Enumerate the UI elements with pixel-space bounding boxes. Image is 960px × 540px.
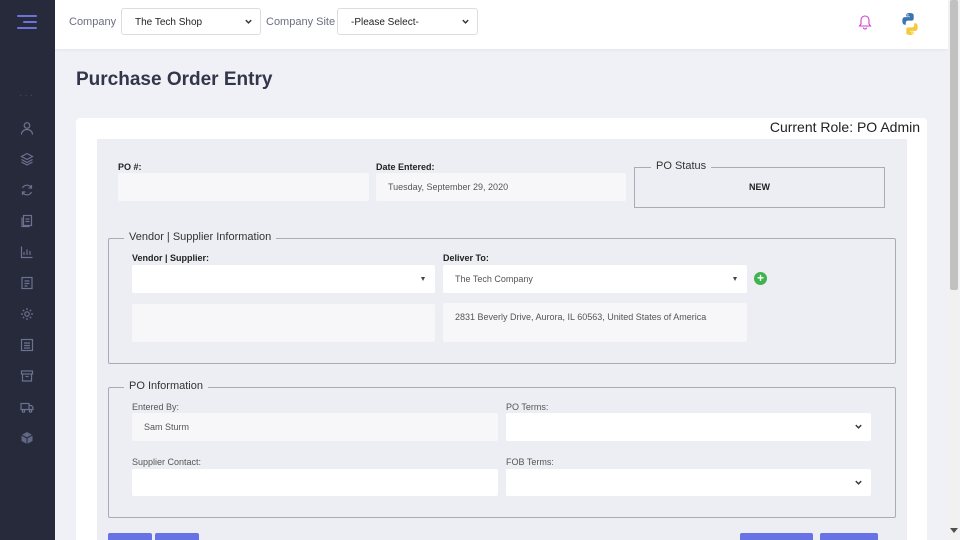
sidebar: ··· [0,0,55,540]
sidebar-divider: ··· [19,90,35,101]
dropdown-arrow-icon [421,277,425,281]
company-site-label: Company Site [266,16,336,28]
po-status-value: NEW [749,182,770,192]
chevron-down-icon [855,480,862,485]
archive-icon[interactable] [20,369,34,383]
company-select-value: The Tech Shop [135,17,203,28]
truck-icon[interactable] [20,400,34,414]
page-title: Purchase Order Entry [76,69,273,90]
vendor-address-field [132,304,435,342]
po-number-input[interactable] [118,173,369,201]
po-information-fieldset: PO Information [108,380,896,518]
po-entry-card: Current Role: PO Admin PO #: Date Entere… [76,118,927,540]
fob-terms-select[interactable] [506,469,871,496]
po-number-label: PO #: [118,162,142,172]
list-icon[interactable] [20,338,34,352]
action-button-1[interactable] [108,533,152,540]
deliver-to-label: Deliver To: [443,253,489,263]
po-information-legend: PO Information [124,380,208,392]
company-site-select-value: -Please Select- [351,17,419,28]
action-button-4[interactable] [820,533,878,540]
scrollbar-thumb[interactable] [950,0,958,290]
vendor-supplier-legend: Vendor | Supplier Information [124,231,277,243]
deliver-to-select-value: The Tech Company [455,274,533,284]
po-form: PO #: Date Entered: Tuesday, September 2… [97,139,907,540]
page-scrollbar[interactable] [948,0,960,540]
file-icon[interactable] [20,276,34,290]
current-role: Current Role: PO Admin [769,119,920,135]
add-delivery-location-button[interactable]: + [754,272,767,285]
chevron-down-icon [462,19,469,24]
company-select[interactable]: The Tech Shop [121,8,261,35]
po-terms-select[interactable] [506,413,871,441]
vendor-supplier-select[interactable] [132,265,435,293]
supplier-contact-label: Supplier Contact: [132,457,202,467]
menu-icon[interactable] [17,15,37,29]
package-icon[interactable] [20,431,34,445]
entered-by-field: Sam Sturm [132,413,498,441]
po-status-legend: PO Status [651,160,712,172]
fob-terms-label: FOB Terms: [506,457,554,467]
action-button-3[interactable] [740,533,813,540]
po-terms-label: PO Terms: [506,402,549,412]
date-entered-label: Date Entered: [376,162,435,172]
bell-icon[interactable] [858,14,872,30]
entered-by-label: Entered By: [132,402,180,412]
chevron-down-icon [855,424,862,429]
deliver-to-address-field: 2831 Beverly Drive, Aurora, IL 60563, Un… [443,303,747,342]
chevron-down-icon [245,19,252,24]
vendor-supplier-fieldset: Vendor | Supplier Information [108,231,896,364]
refresh-icon[interactable] [20,183,34,197]
scroll-down-arrow-icon[interactable] [950,528,958,533]
supplier-contact-input[interactable] [132,469,498,496]
deliver-to-select[interactable]: The Tech Company [443,265,747,293]
action-button-2[interactable] [155,533,199,540]
layers-icon[interactable] [20,152,34,166]
company-label: Company [69,16,117,28]
settings-icon[interactable] [20,307,34,321]
po-status-box: PO Status NEW [634,160,885,208]
company-site-select[interactable]: -Please Select- [337,8,478,35]
date-entered-field: Tuesday, September 29, 2020 [376,173,626,201]
dropdown-arrow-icon [733,277,737,281]
top-bar: Company The Tech Shop Company Site -Plea… [55,0,948,49]
python-logo[interactable] [898,12,922,36]
chart-icon[interactable] [20,245,34,259]
user-icon[interactable] [20,121,34,135]
vendor-supplier-label: Vendor | Supplier: [132,253,210,263]
documents-icon[interactable] [20,214,34,228]
